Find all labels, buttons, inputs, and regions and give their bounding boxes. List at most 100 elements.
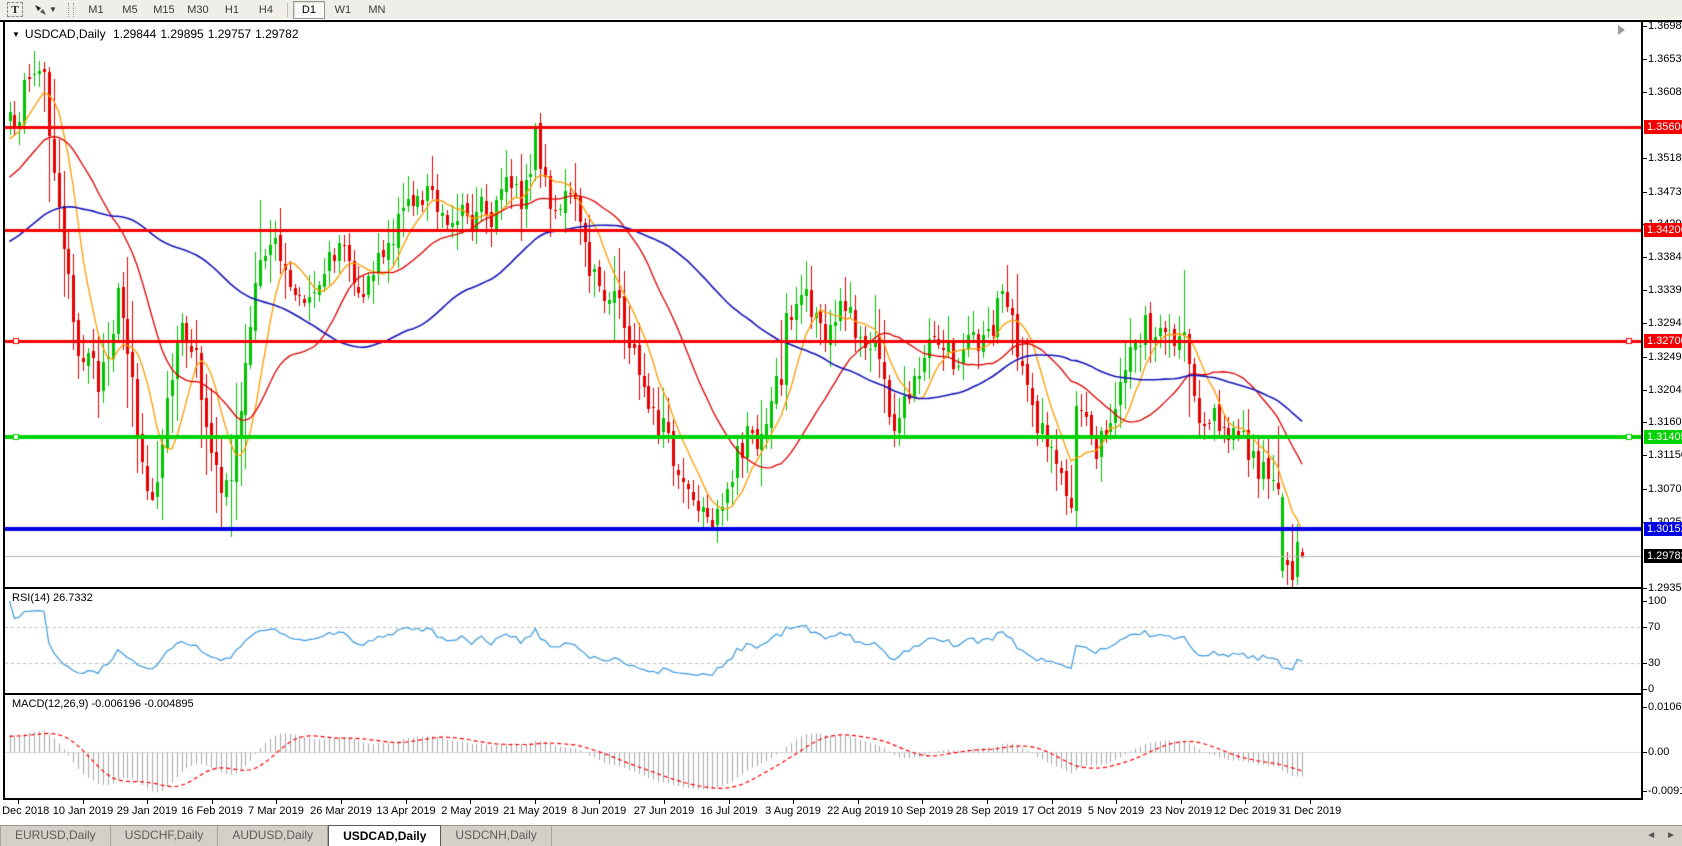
price-tick-label: 1.33390: [1648, 284, 1682, 296]
date-label: 27 Jun 2019: [634, 805, 695, 817]
arrows-tool-button[interactable]: ▼: [30, 1, 61, 18]
date-tick-mark: [83, 800, 84, 804]
macd-tick-label: 0.010615: [1648, 701, 1682, 713]
timeframe-toolbar: M1M5M15M30H1H4 D1W1MN: [79, 1, 394, 19]
date-label: 10 Sep 2019: [891, 805, 953, 817]
macd-indicator-chart[interactable]: [5, 695, 1641, 798]
text-tool-button[interactable]: T: [3, 1, 27, 18]
date-label: 8 Jun 2019: [572, 805, 626, 817]
timeframe-button-m5[interactable]: M5: [114, 1, 146, 19]
date-label: 2 May 2019: [441, 805, 498, 817]
macd-pane: MACD(12,26,9) -0.006196 -0.004895: [5, 695, 1641, 800]
date-tick-mark: [858, 800, 859, 804]
tab-audusd[interactable]: AUDUSD,Daily: [218, 826, 328, 846]
rsi-tick-label: 100: [1648, 595, 1666, 607]
axis-tick-mark: [1643, 59, 1647, 60]
toolbar-divider: [287, 3, 288, 17]
scroll-to-end-marker[interactable]: [1618, 25, 1625, 35]
axis-tick-mark: [1643, 357, 1647, 358]
timeframe-button-m30[interactable]: M30: [182, 1, 214, 19]
axis-tick-mark: [1643, 26, 1647, 27]
timeframe-button-w1[interactable]: W1: [327, 1, 359, 19]
hline-price-label: 1.34206: [1644, 223, 1682, 237]
timeframe-button-d1[interactable]: D1: [293, 1, 325, 19]
axis-tick-mark: [1643, 323, 1647, 324]
price-tick-label: 1.36080: [1648, 86, 1682, 98]
macd-signal-value: -0.004895: [144, 698, 194, 710]
chart-tab-bar: EURUSD,DailyUSDCHF,DailyAUDUSD,DailyUSDC…: [0, 825, 1682, 846]
price-tick-label: 1.36530: [1648, 53, 1682, 65]
tab-eurusd[interactable]: EURUSD,Daily: [0, 826, 111, 846]
axis-tick-mark: [1643, 489, 1647, 490]
chart-title[interactable]: ▼USDCAD,Daily 1.298441.298951.297571.297…: [12, 27, 303, 41]
rsi-tick-label: 0: [1648, 683, 1654, 695]
date-tick-mark: [729, 800, 730, 804]
date-label: 26 Mar 2019: [310, 805, 372, 817]
trading-terminal: T ▼ M1M5M15M30H1H4 D1W1MN ▼ USDCAD,Daily 1…: [0, 0, 1682, 845]
high-value: 1.29895: [160, 27, 203, 41]
tab-scroll-controls: ◄►: [1646, 829, 1676, 843]
date-label: 16 Jul 2019: [701, 805, 758, 817]
text-tool-icon: T: [7, 2, 23, 17]
date-tick-mark: [535, 800, 536, 804]
tab-usdchf[interactable]: USDCHF,Daily: [111, 826, 219, 846]
date-label: 7 Mar 2019: [248, 805, 304, 817]
date-tick-mark: [406, 800, 407, 804]
date-label: 16 Feb 2019: [181, 805, 243, 817]
price-tick-label: 1.33840: [1648, 251, 1682, 263]
date-label: 13 Apr 2019: [376, 805, 435, 817]
tab-scroll-left-button[interactable]: ◄: [1646, 829, 1656, 843]
tab-scroll-right-button[interactable]: ►: [1666, 829, 1676, 843]
rsi-indicator-chart[interactable]: [5, 589, 1641, 693]
date-label: 28 Sep 2019: [956, 805, 1018, 817]
macd-tick-label: 0.00: [1648, 746, 1669, 758]
date-label: 5 Nov 2019: [1088, 805, 1144, 817]
timeframe-button-h4[interactable]: H4: [250, 1, 282, 19]
date-tick-mark: [1181, 800, 1182, 804]
timeframe-button-mn[interactable]: MN: [361, 1, 393, 19]
date-tick-mark: [147, 800, 148, 804]
price-axis[interactable]: 1.369801.365301.360801.351801.347301.342…: [1641, 22, 1682, 800]
current-price-label: 1.29782: [1644, 549, 1682, 563]
axis-tick-mark: [1643, 588, 1647, 589]
timeframe-button-h1[interactable]: H1: [216, 1, 248, 19]
timeframe-button-m15[interactable]: M15: [148, 1, 180, 19]
date-tick-mark: [793, 800, 794, 804]
price-tick-label: 1.29350: [1648, 582, 1682, 594]
axis-tick-mark: [1643, 158, 1647, 159]
rsi-tick-label: 70: [1648, 621, 1660, 633]
date-label: 10 Jan 2019: [53, 805, 114, 817]
date-label: 22 Aug 2019: [827, 805, 889, 817]
axis-tick-mark: [1643, 689, 1647, 690]
price-tick-label: 1.31150: [1648, 449, 1682, 461]
date-tick-mark: [664, 800, 665, 804]
tab-usdcnh[interactable]: USDCNH,Daily: [441, 826, 551, 846]
date-label: 23 Nov 2019: [1150, 805, 1212, 817]
axis-tick-mark: [1643, 92, 1647, 93]
symbol-dropdown-icon[interactable]: ▼: [12, 30, 20, 39]
axis-tick-mark: [1643, 601, 1647, 602]
date-tick-mark: [1052, 800, 1053, 804]
candlestick-chart[interactable]: [5, 22, 1641, 587]
dropdown-caret-icon[interactable]: ▼: [49, 5, 57, 14]
date-tick-mark: [922, 800, 923, 804]
symbol-period-label: USDCAD,Daily: [25, 27, 106, 41]
axis-tick-mark: [1643, 290, 1647, 291]
rsi-value: 26.7332: [53, 592, 93, 604]
axis-tick-mark: [1643, 192, 1647, 193]
tab-usdcad[interactable]: USDCAD,Daily: [328, 825, 441, 846]
date-label: 17 Oct 2019: [1022, 805, 1082, 817]
macd-value: -0.006196: [91, 698, 141, 710]
arrows-icon: [34, 4, 47, 16]
rsi-label: RSI(14) 26.7332: [12, 592, 93, 604]
price-tick-label: 1.34730: [1648, 186, 1682, 198]
hline-price-label: 1.30152: [1644, 522, 1682, 536]
timeframe-button-m1[interactable]: M1: [80, 1, 112, 19]
date-tick-mark: [1245, 800, 1246, 804]
date-axis[interactable]: 22 Dec 201810 Jan 201929 Jan 201916 Feb …: [5, 800, 1641, 825]
axis-tick-mark: [1643, 257, 1647, 258]
date-label: 29 Jan 2019: [117, 805, 178, 817]
axis-tick-mark: [1643, 791, 1647, 792]
axis-tick-mark: [1643, 663, 1647, 664]
date-label: 21 May 2019: [503, 805, 567, 817]
